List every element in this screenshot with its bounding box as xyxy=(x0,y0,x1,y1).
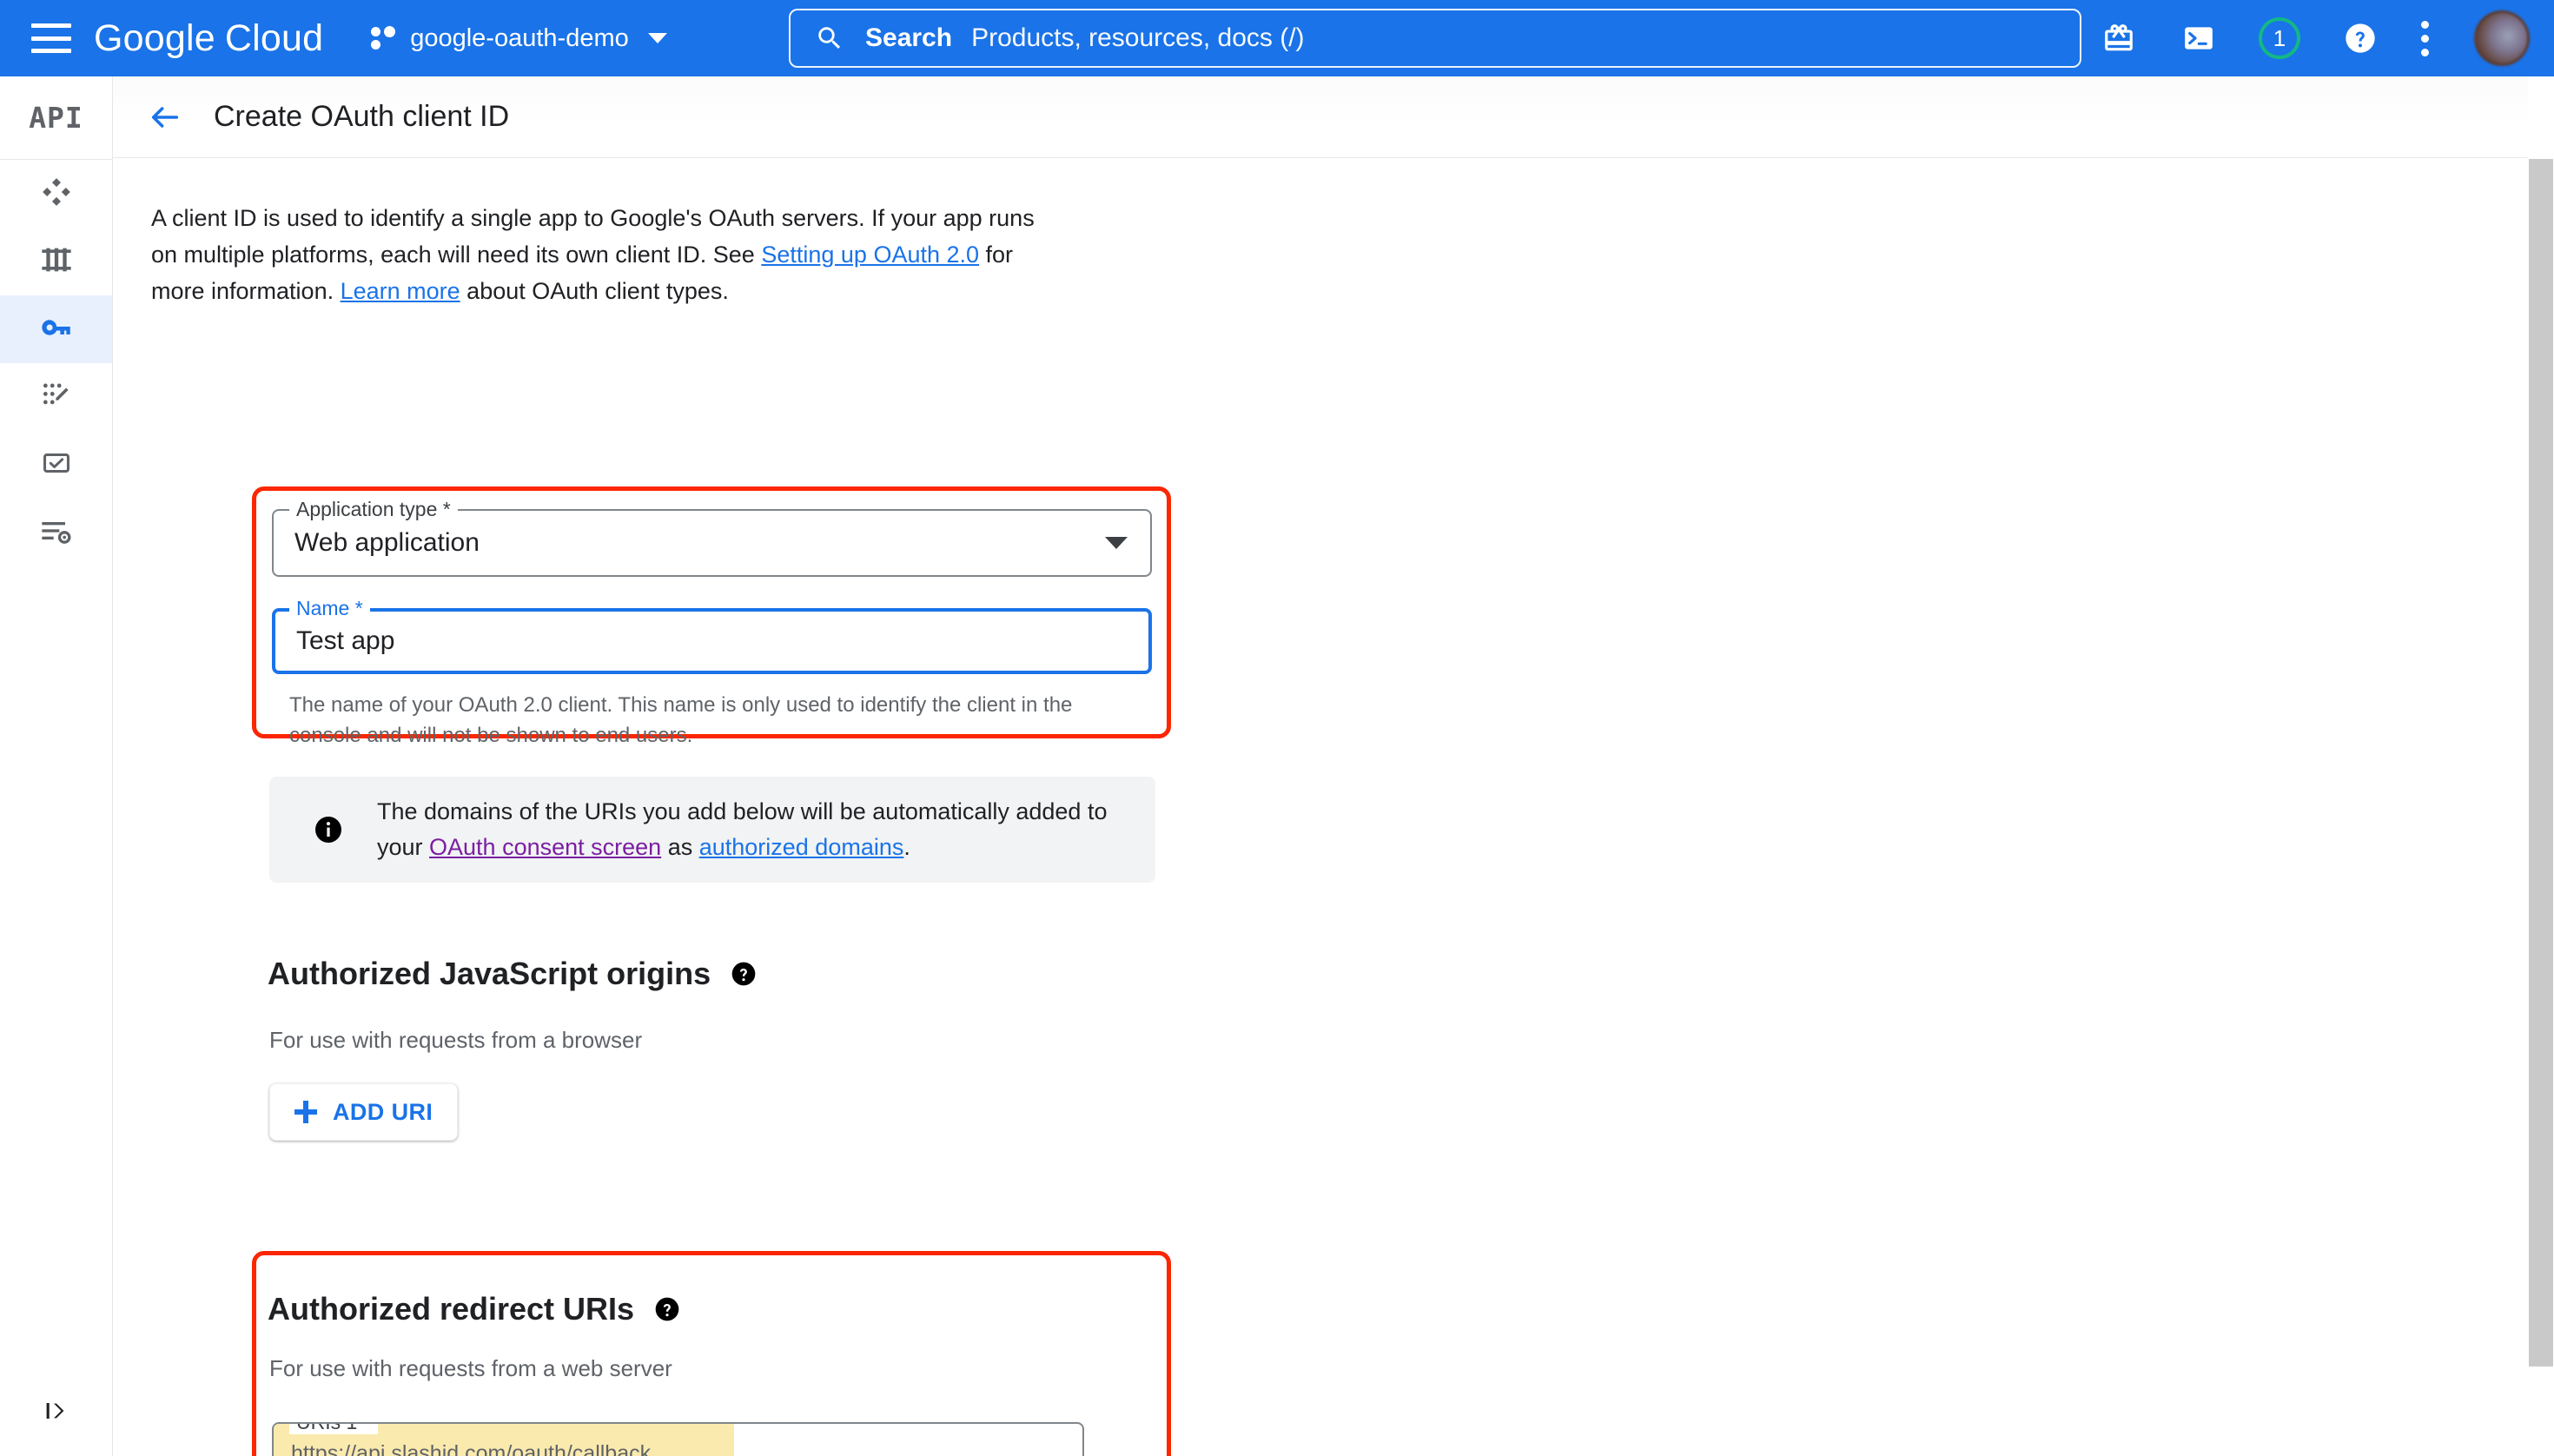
project-name: google-oauth-demo xyxy=(410,23,629,52)
help-circle-icon[interactable] xyxy=(2340,18,2380,58)
info-text-2: as xyxy=(661,834,699,860)
page-header: Create OAuth client ID xyxy=(113,76,2554,158)
gift-icon[interactable] xyxy=(2099,18,2139,58)
add-uri-button-javascript-origins[interactable]: ADD URI xyxy=(269,1083,459,1141)
name-input[interactable] xyxy=(294,625,1115,657)
dashboard-diamond-icon xyxy=(39,175,74,214)
edit-dots-icon xyxy=(40,379,73,416)
redirect-uri-field[interactable]: URIs 1 * https://api.slashid.com/oauth/c… xyxy=(272,1422,1084,1456)
redirect-uris-subtitle: For use with requests from a web server xyxy=(269,1355,672,1381)
terminal-icon[interactable] xyxy=(2179,18,2219,58)
main-content: Create OAuth client ID A client ID is us… xyxy=(113,76,2554,1456)
sidebar-item-library[interactable] xyxy=(0,228,112,295)
redirect-uris-heading: Authorized redirect URIs xyxy=(268,1291,681,1327)
notifications-badge[interactable]: 1 xyxy=(2259,17,2300,59)
list-settings-icon xyxy=(39,513,74,553)
product-rail: API xyxy=(0,76,113,1456)
kebab-menu-icon[interactable] xyxy=(2420,18,2429,58)
google-cloud-logo[interactable]: Google Cloud xyxy=(94,17,323,60)
project-selector[interactable]: google-oauth-demo xyxy=(365,12,672,64)
top-app-bar: Google Cloud google-oauth-demo Search Pr… xyxy=(0,0,2554,76)
application-type-value: Web application xyxy=(294,528,480,557)
library-columns-icon xyxy=(39,242,74,281)
setting-up-oauth-link[interactable]: Setting up OAuth 2.0 xyxy=(761,242,979,268)
user-avatar[interactable] xyxy=(2474,10,2530,66)
page-scrollbar-track[interactable] xyxy=(2528,76,2554,1456)
javascript-origins-subtitle: For use with requests from a browser xyxy=(269,1027,643,1053)
oauth-consent-screen-link[interactable]: OAuth consent screen xyxy=(429,834,661,860)
intro-paragraph: A client ID is used to identify a single… xyxy=(151,200,1037,309)
page-title: Create OAuth client ID xyxy=(214,100,510,133)
add-uri-label: ADD URI xyxy=(333,1098,433,1125)
sidebar-item-page-usage-agreements[interactable] xyxy=(0,499,112,566)
plus-icon xyxy=(294,1101,317,1123)
help-circle-icon[interactable] xyxy=(653,1295,681,1323)
chevron-down-icon xyxy=(1105,537,1128,549)
authorized-domains-link[interactable]: authorized domains xyxy=(699,834,904,860)
name-field-label: Name * xyxy=(289,597,370,620)
search-bar[interactable]: Search Products, resources, docs (/) xyxy=(789,9,2081,68)
javascript-origins-title: Authorized JavaScript origins xyxy=(268,956,711,991)
logo-cloud-text: Cloud xyxy=(224,17,324,59)
project-icon xyxy=(370,24,398,52)
checkbox-icon xyxy=(40,447,73,484)
chevron-down-icon xyxy=(647,33,667,43)
page-scrollbar-thumb[interactable] xyxy=(2529,159,2553,1367)
redirect-uri-label: URIs 1 * xyxy=(289,1424,378,1434)
application-type-label: Application type * xyxy=(289,498,458,521)
help-circle-icon[interactable] xyxy=(730,960,758,988)
sidebar-item-domain-verification[interactable] xyxy=(0,431,112,499)
expand-panel-icon[interactable] xyxy=(0,1385,113,1437)
logo-google-text: Google xyxy=(94,17,215,59)
name-field-wrapper[interactable]: Name * xyxy=(272,597,1152,674)
javascript-origins-heading: Authorized JavaScript origins xyxy=(268,956,758,992)
sidebar-item-credentials[interactable] xyxy=(0,295,112,363)
learn-more-link[interactable]: Learn more xyxy=(341,278,460,304)
key-icon xyxy=(38,309,75,350)
info-banner-text: The domains of the URIs you add below wi… xyxy=(377,794,1155,865)
back-arrow-icon[interactable] xyxy=(148,100,182,135)
redirect-uris-title: Authorized redirect URIs xyxy=(268,1291,635,1327)
app-bar-actions: 1 xyxy=(2099,0,2530,76)
info-text-3: . xyxy=(903,834,910,860)
info-banner: The domains of the URIs you add below wi… xyxy=(269,777,1155,883)
intro-text-3: about OAuth client types. xyxy=(460,278,729,304)
name-field-hint: The name of your OAuth 2.0 client. This … xyxy=(289,693,1073,747)
info-icon xyxy=(313,814,344,845)
sidebar-item-dashboard[interactable] xyxy=(0,160,112,228)
search-input[interactable]: Products, resources, docs (/) xyxy=(971,23,1304,53)
application-type-select[interactable]: Application type * Web application xyxy=(272,498,1152,577)
api-logo: API xyxy=(0,76,112,160)
search-label: Search xyxy=(865,23,953,52)
sidebar-item-oauth-consent-screen[interactable] xyxy=(0,363,112,431)
search-icon xyxy=(815,23,844,53)
hamburger-menu-icon[interactable] xyxy=(31,23,71,53)
